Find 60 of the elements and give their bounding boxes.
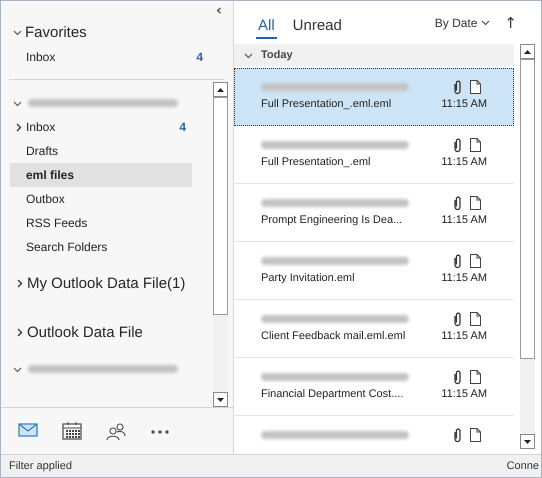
data-file-header[interactable]: My Outlook Data File(1) — [1, 259, 213, 308]
up-arrow-icon — [524, 50, 531, 54]
document-icon — [470, 196, 481, 210]
message-time: 11:15 AM — [441, 156, 487, 168]
calendar-icon[interactable] — [62, 422, 82, 440]
document-icon — [470, 138, 481, 152]
document-icon — [470, 428, 481, 442]
document-icon — [470, 312, 481, 326]
folder-item[interactable]: RSS Feeds — [1, 211, 213, 235]
status-text: Filter applied — [9, 460, 72, 472]
scrollbar[interactable] — [213, 82, 228, 407]
filter-tab[interactable]: Unread — [290, 12, 344, 38]
message-item[interactable]: Full Presentation_.eml.eml 11:15 AM — [234, 68, 514, 126]
message-item[interactable]: Financial Department Cost.... 11:15 AM — [234, 358, 514, 416]
down-arrow-icon — [217, 398, 224, 402]
message-item[interactable]: Client Feedback mail.eml.eml 11:15 AM — [234, 300, 514, 358]
message-time: 11:15 AM — [441, 272, 487, 284]
filter-tab[interactable]: All — [256, 12, 277, 38]
message-item[interactable]: Full Presentation_.eml 11:15 AM — [234, 126, 514, 184]
group-header[interactable]: Today — [234, 44, 514, 66]
message-subject: Full Presentation_.eml.eml — [261, 98, 392, 110]
message-time: 11:15 AM — [441, 214, 487, 226]
folder-item[interactable]: Inbox 4 — [1, 115, 213, 139]
message-subject: Full Presentation_.eml — [261, 156, 370, 168]
folder-item[interactable]: Drafts — [1, 139, 213, 163]
sort-dropdown[interactable]: By Date — [434, 16, 490, 30]
up-arrow-icon — [217, 88, 224, 92]
document-icon — [470, 80, 481, 94]
folder-item[interactable]: Search Folders — [1, 235, 213, 259]
unread-count: 4 — [179, 120, 186, 134]
scrollbar-thumb[interactable] — [213, 97, 228, 315]
chevron-down-icon — [481, 20, 490, 26]
document-icon — [470, 370, 481, 384]
message-subject: Party Invitation.eml — [261, 272, 355, 284]
unread-count: 4 — [196, 50, 203, 64]
scroll-down-button[interactable] — [213, 392, 228, 407]
collapse-button[interactable]: ‹ — [212, 1, 225, 19]
message-time: 11:15 AM — [441, 330, 487, 342]
message-item[interactable]: Party Invitation.eml 11:15 AM — [234, 242, 514, 300]
folder-item[interactable]: Outbox — [1, 187, 213, 211]
scroll-up-button[interactable] — [213, 82, 228, 97]
message-item[interactable]: Prompt Engineering Is Dea... 11:15 AM — [234, 184, 514, 242]
people-icon[interactable] — [106, 422, 126, 440]
message-subject: Client Feedback mail.eml.eml — [261, 330, 406, 342]
document-icon — [470, 254, 481, 268]
message-time: 11:15 AM — [441, 388, 487, 400]
scroll-up-button[interactable] — [520, 44, 535, 59]
status-text: Conne — [506, 460, 539, 472]
favorites-header[interactable]: Favorites — [1, 19, 233, 45]
data-file-header[interactable]: Outlook Data File — [1, 308, 213, 357]
folder-item[interactable]: Inbox 4 — [1, 45, 233, 69]
message-subject: Prompt Engineering Is Dea... — [261, 214, 402, 226]
scrollbar-thumb[interactable] — [520, 59, 535, 359]
down-arrow-icon — [524, 440, 531, 444]
scroll-down-button[interactable] — [520, 434, 535, 449]
message-time: 11:15 AM — [441, 98, 487, 110]
folder-item[interactable]: eml files — [10, 163, 192, 187]
sort-direction-button[interactable]: ↑ — [504, 14, 517, 32]
scrollbar[interactable] — [520, 44, 535, 449]
message-subject: Financial Department Cost.... — [261, 388, 404, 400]
